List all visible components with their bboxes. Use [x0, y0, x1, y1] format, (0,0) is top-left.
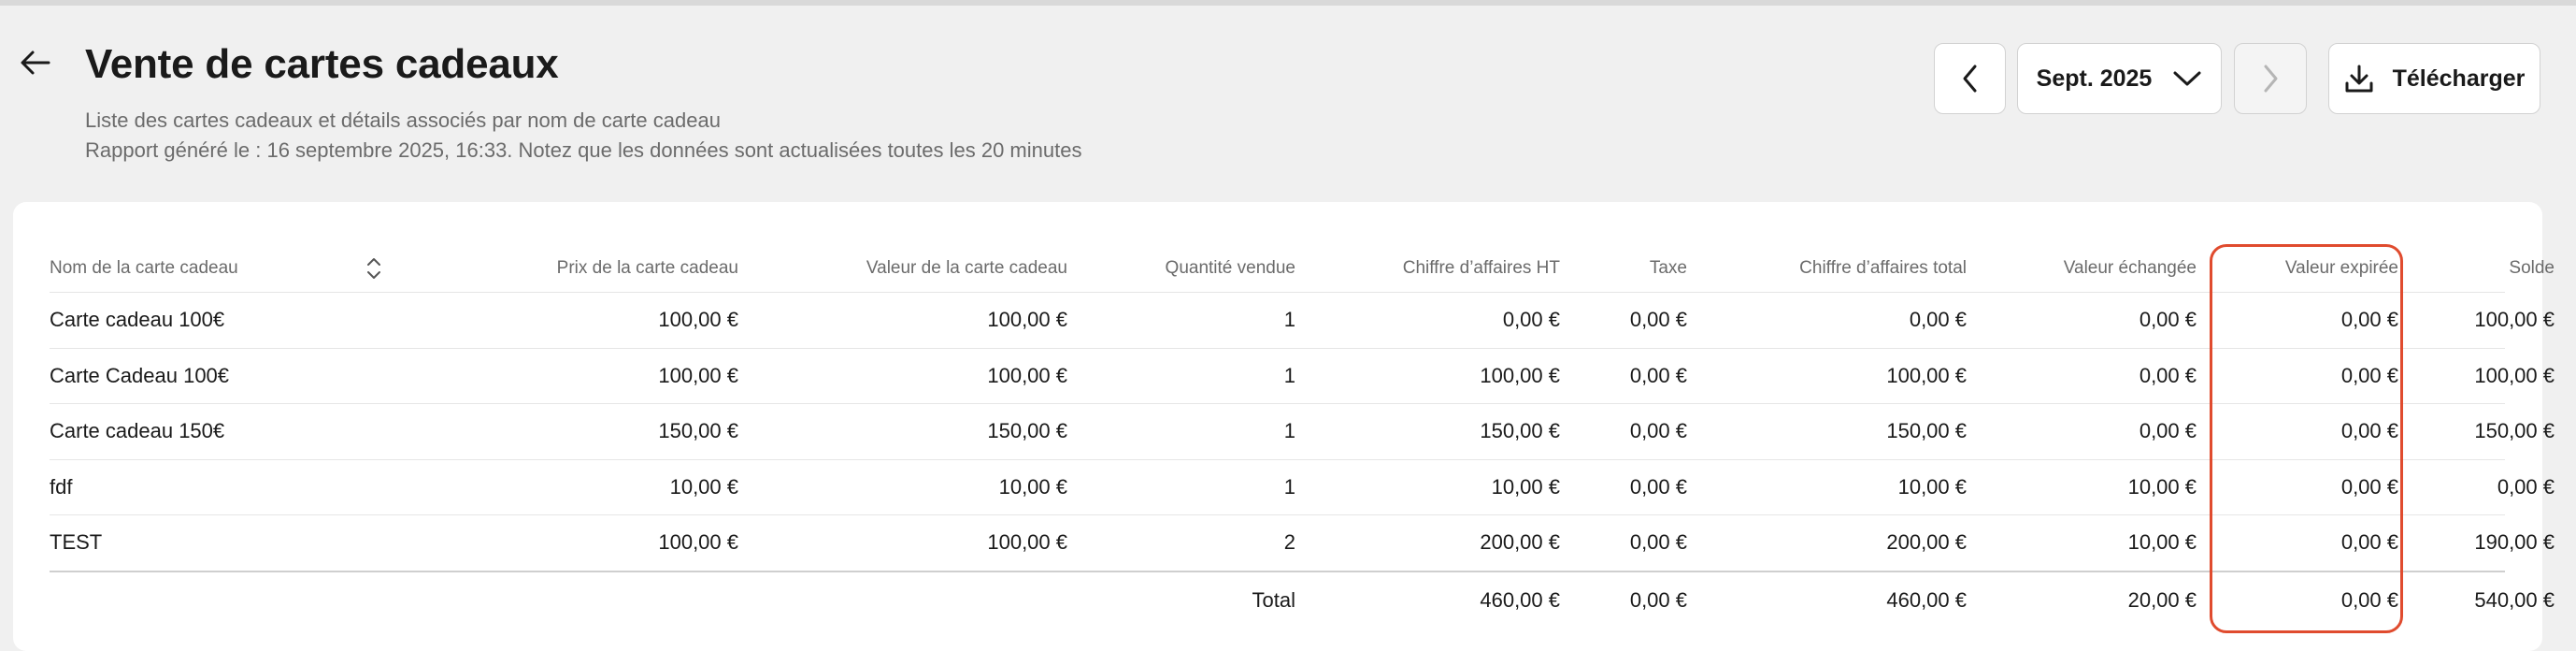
cell-value: 100,00 €: [987, 308, 1067, 332]
sort-icon: [367, 258, 380, 279]
cell-name: Carte Cadeau 100€: [50, 363, 230, 387]
cell-quantity: 2: [1283, 530, 1295, 555]
cell-quantity: 1: [1283, 363, 1295, 387]
table-header: Nom de la carte cadeau Prix de la carte …: [50, 245, 2555, 293]
column-header-revenue-total: Chiffre d’affaires total: [1799, 258, 1967, 278]
page-subtitle: Liste des cartes cadeaux et détails asso…: [85, 108, 721, 132]
cell-tax: 0,00 €: [1629, 530, 1687, 555]
cell-tax: 0,00 €: [1629, 419, 1687, 443]
download-button[interactable]: Télécharger: [2328, 43, 2540, 114]
cell-tax: 0,00 €: [1629, 363, 1687, 387]
cell-revenue-total: 100,00 €: [1886, 363, 1967, 387]
cell-redeemed-value: 10,00 €: [2127, 474, 2197, 499]
cell-quantity: 1: [1283, 419, 1295, 443]
chevron-left-icon: [1963, 65, 1976, 93]
cell-value: 150,00 €: [987, 419, 1067, 443]
arrow-left-icon: [21, 51, 50, 75]
table-row: Carte cadeau 100€ 100,00 € 100,00 € 1 0,…: [50, 293, 2555, 349]
column-header-expired-value: Valeur expirée: [2284, 258, 2398, 278]
cell-name: Carte cadeau 150€: [50, 419, 225, 443]
cell-revenue-ht: 200,00 €: [1480, 530, 1560, 555]
cell-value: 10,00 €: [998, 474, 1067, 499]
column-header-redeemed-value: Valeur échangée: [2063, 258, 2197, 278]
table-row: TEST 100,00 € 100,00 € 2 200,00 € 0,00 €…: [50, 515, 2555, 572]
cell-revenue-total: 200,00 €: [1886, 530, 1967, 555]
cell-revenue-ht: 0,00 €: [1502, 308, 1560, 332]
table-row: Carte cadeau 150€ 150,00 € 150,00 € 1 15…: [50, 404, 2555, 460]
cell-quantity: 1: [1283, 474, 1295, 499]
column-header-tax: Taxe: [1649, 258, 1687, 278]
cell-name: Carte cadeau 100€: [50, 308, 225, 332]
cell-revenue-total: 150,00 €: [1886, 419, 1967, 443]
download-label: Télécharger: [2392, 65, 2526, 92]
cell-revenue-total: 10,00 €: [1897, 474, 1967, 499]
cell-expired-value: 0,00 €: [2340, 363, 2398, 387]
total-label: Total: [1252, 587, 1295, 612]
chevron-down-icon: [2173, 71, 2201, 86]
next-month-button[interactable]: [2234, 43, 2307, 114]
cell-revenue-total: 0,00 €: [1909, 308, 1967, 332]
cell-expired-value: 0,00 €: [2340, 474, 2398, 499]
cell-redeemed-value: 0,00 €: [2139, 363, 2197, 387]
cell-quantity: 1: [1283, 308, 1295, 332]
download-icon: [2345, 65, 2373, 93]
total-tax: 0,00 €: [1629, 587, 1687, 612]
table-row: Carte Cadeau 100€ 100,00 € 100,00 € 1 10…: [50, 349, 2555, 404]
month-selector[interactable]: Sept. 2025: [2017, 43, 2222, 114]
previous-month-button[interactable]: [1934, 43, 2006, 114]
cell-price: 100,00 €: [658, 308, 738, 332]
cell-expired-value: 0,00 €: [2340, 308, 2398, 332]
cell-expired-value: 0,00 €: [2340, 419, 2398, 443]
total-redeemed-value: 20,00 €: [2127, 587, 2197, 612]
sort-button[interactable]: [365, 245, 382, 292]
cell-balance: 0,00 €: [2497, 474, 2555, 499]
month-label: Sept. 2025: [2036, 65, 2153, 92]
total-revenue-ht: 460,00 €: [1480, 587, 1560, 612]
page-title: Vente de cartes cadeaux: [85, 41, 559, 87]
column-header-value: Valeur de la carte cadeau: [866, 258, 1067, 278]
column-header-price: Prix de la carte cadeau: [556, 258, 738, 278]
cell-redeemed-value: 0,00 €: [2139, 308, 2197, 332]
cell-balance: 100,00 €: [2474, 363, 2555, 387]
report-generated-note: Rapport généré le : 16 septembre 2025, 1…: [85, 138, 1082, 162]
cell-balance: 100,00 €: [2474, 308, 2555, 332]
cell-price: 100,00 €: [658, 363, 738, 387]
table-row: fdf 10,00 € 10,00 € 1 10,00 € 0,00 € 10,…: [50, 460, 2555, 515]
column-header-balance: Solde: [2509, 258, 2555, 278]
total-balance: 540,00 €: [2474, 587, 2555, 612]
total-revenue-total: 460,00 €: [1886, 587, 1967, 612]
cell-expired-value: 0,00 €: [2340, 530, 2398, 555]
cell-price: 100,00 €: [658, 530, 738, 555]
cell-price: 150,00 €: [658, 419, 738, 443]
column-header-name[interactable]: Nom de la carte cadeau: [50, 245, 405, 292]
gift-card-sales-table: Nom de la carte cadeau Prix de la carte …: [50, 245, 2555, 629]
table-total-row: Total 460,00 € 0,00 € 460,00 € 20,00 € 0…: [50, 572, 2555, 629]
cell-balance: 150,00 €: [2474, 419, 2555, 443]
cell-price: 10,00 €: [669, 474, 738, 499]
cell-revenue-ht: 100,00 €: [1480, 363, 1560, 387]
top-divider: [0, 0, 2576, 6]
cell-balance: 190,00 €: [2474, 530, 2555, 555]
chevron-right-icon: [2264, 65, 2278, 93]
column-header-revenue-ht: Chiffre d’affaires HT: [1402, 258, 1560, 278]
cell-value: 100,00 €: [987, 530, 1067, 555]
cell-tax: 0,00 €: [1629, 474, 1687, 499]
cell-revenue-ht: 150,00 €: [1480, 419, 1560, 443]
back-button[interactable]: [9, 39, 62, 86]
cell-name: fdf: [50, 474, 73, 499]
cell-tax: 0,00 €: [1629, 308, 1687, 332]
total-expired-value: 0,00 €: [2340, 587, 2398, 612]
cell-value: 100,00 €: [987, 363, 1067, 387]
column-header-quantity: Quantité vendue: [1165, 258, 1295, 278]
cell-redeemed-value: 0,00 €: [2139, 419, 2197, 443]
cell-name: TEST: [50, 530, 103, 555]
cell-revenue-ht: 10,00 €: [1491, 474, 1560, 499]
cell-redeemed-value: 10,00 €: [2127, 530, 2197, 555]
